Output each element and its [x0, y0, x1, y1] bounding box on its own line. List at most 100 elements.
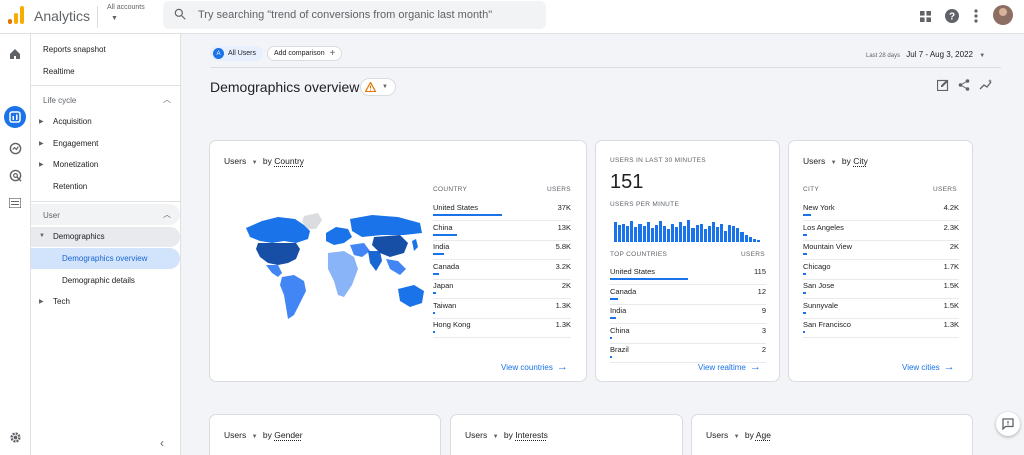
dropdown-icon[interactable]: ▼ — [252, 434, 258, 440]
chevron-up-icon[interactable]: ︿ — [163, 94, 171, 105]
nav-tech[interactable]: Tech — [53, 297, 70, 306]
table-row[interactable]: United States 37K — [433, 203, 571, 222]
analytics-logo-icon[interactable] — [8, 6, 24, 24]
date-range-picker[interactable]: Last 28 days Jul 7 - Aug 3, 2022 ▼ — [866, 50, 985, 59]
table-row[interactable]: Sunnyvale 1.5K — [803, 301, 959, 320]
share-icon[interactable] — [957, 78, 971, 92]
table-row[interactable]: United States 115 — [610, 267, 766, 286]
metric-selector[interactable]: Users — [224, 156, 246, 166]
view-cities-link[interactable]: View cities → — [902, 361, 955, 373]
table-row[interactable]: San Francisco 1.3K — [803, 320, 959, 339]
card-title[interactable]: Users ▼ by Country — [224, 156, 304, 166]
per-minute-bar — [703, 229, 707, 242]
account-dropdown-icon[interactable]: ▼ — [111, 15, 118, 22]
per-minute-bar — [691, 228, 695, 242]
card-title[interactable]: Users ▼ by Gender — [224, 430, 303, 440]
table-row[interactable]: China 3 — [610, 326, 766, 345]
metric-selector[interactable]: Users — [706, 430, 728, 440]
arrow-right-icon: → — [943, 361, 955, 373]
table-row[interactable]: Chicago 1.7K — [803, 262, 959, 281]
edit-report-icon[interactable] — [936, 78, 950, 92]
data-quality-warning-button[interactable]: ▼ — [360, 78, 396, 96]
dimension-selector[interactable]: Country — [274, 156, 304, 166]
nav-demographics-overview[interactable]: Demographics overview — [62, 254, 147, 263]
nav-section-user[interactable]: User — [43, 211, 60, 220]
view-countries-link[interactable]: View countries → — [501, 361, 568, 373]
feedback-button[interactable] — [996, 412, 1020, 436]
row-divider — [610, 362, 766, 363]
col-header-users: USERS — [547, 186, 571, 193]
collapse-nav-icon[interactable]: ‹ — [160, 436, 164, 450]
row-divider — [433, 259, 571, 260]
caret-right-icon[interactable]: ▶ — [39, 161, 44, 168]
dimension-selector[interactable]: Interests — [515, 430, 548, 440]
row-label: Hong Kong — [433, 320, 471, 329]
caret-right-icon[interactable]: ▶ — [39, 298, 44, 305]
map-mexico — [266, 265, 282, 277]
reports-icon[interactable] — [7, 109, 23, 125]
configure-list-icon[interactable] — [7, 195, 23, 211]
insights-icon[interactable] — [979, 78, 993, 92]
card-title[interactable]: Users ▼ by Age — [706, 430, 771, 440]
row-label: Japan — [433, 281, 454, 290]
table-row[interactable]: Canada 3.2K — [433, 262, 571, 281]
caret-down-icon[interactable]: ▼ — [39, 233, 45, 239]
card-title[interactable]: Users ▼ by Interests — [465, 430, 548, 440]
metric-selector[interactable]: Users — [465, 430, 487, 440]
row-value: 1.3K — [555, 300, 571, 310]
dimension-selector[interactable]: City — [853, 156, 868, 166]
account-avatar[interactable] — [993, 5, 1013, 25]
metric-selector[interactable]: Users — [224, 430, 246, 440]
per-minute-bar — [744, 235, 748, 242]
more-vert-icon[interactable] — [968, 8, 984, 24]
account-selector-label[interactable]: All accounts — [107, 4, 145, 11]
row-divider — [803, 298, 959, 299]
home-icon[interactable] — [7, 46, 23, 62]
search-bar[interactable]: Try searching "trend of conversions from… — [163, 1, 546, 29]
nav-acquisition[interactable]: Acquisition — [53, 117, 92, 126]
nav-demographic-details[interactable]: Demographic details — [62, 276, 135, 285]
table-row[interactable]: Taiwan 1.3K — [433, 301, 571, 320]
table-row[interactable]: India 5.8K — [433, 242, 571, 261]
nav-reports-snapshot[interactable]: Reports snapshot — [43, 45, 106, 54]
nav-engagement[interactable]: Engagement — [53, 139, 98, 148]
row-value: 1.5K — [943, 300, 959, 310]
admin-gear-icon[interactable] — [7, 429, 23, 445]
table-row[interactable]: San Jose 1.5K — [803, 281, 959, 300]
dimension-selector[interactable]: Age — [756, 430, 771, 440]
apps-grid-icon[interactable] — [917, 8, 933, 24]
users-per-minute-chart[interactable] — [614, 219, 760, 242]
nav-realtime[interactable]: Realtime — [43, 67, 75, 76]
nav-section-lifecycle[interactable]: Life cycle — [43, 96, 76, 105]
dropdown-icon[interactable]: ▼ — [734, 434, 740, 440]
table-row[interactable]: India 9 — [610, 306, 766, 325]
table-row[interactable]: Japan 2K — [433, 281, 571, 300]
table-row[interactable]: Mountain View 2K — [803, 242, 959, 261]
caret-right-icon[interactable]: ▶ — [39, 140, 44, 147]
nav-retention[interactable]: Retention — [53, 182, 87, 191]
help-icon[interactable]: ? — [944, 8, 960, 24]
table-row[interactable]: Brazil 2 — [610, 345, 766, 364]
dropdown-icon[interactable]: ▼ — [493, 434, 499, 440]
segment-chip[interactable]: A All Users — [210, 46, 264, 61]
table-row[interactable]: New York 4.2K — [803, 203, 959, 222]
dropdown-icon[interactable]: ▼ — [831, 160, 837, 166]
advertising-icon[interactable] — [7, 167, 23, 183]
per-minute-bar — [720, 223, 724, 242]
world-map[interactable] — [240, 211, 430, 326]
card-title[interactable]: Users ▼ by City — [803, 156, 868, 166]
caret-right-icon[interactable]: ▶ — [39, 118, 44, 125]
nav-demographics[interactable]: Demographics — [53, 232, 105, 241]
nav-monetization[interactable]: Monetization — [53, 160, 98, 169]
table-row[interactable]: China 13K — [433, 223, 571, 242]
metric-selector[interactable]: Users — [803, 156, 825, 166]
add-comparison-button[interactable]: Add comparison + — [267, 46, 343, 61]
chevron-up-icon[interactable]: ︿ — [163, 209, 171, 220]
table-row[interactable]: Los Angeles 2.3K — [803, 223, 959, 242]
table-row[interactable]: Hong Kong 1.3K — [433, 320, 571, 339]
table-row[interactable]: Canada 12 — [610, 287, 766, 306]
segment-badge: A — [213, 48, 224, 59]
dimension-selector[interactable]: Gender — [274, 430, 302, 440]
dropdown-icon[interactable]: ▼ — [252, 160, 258, 166]
explore-icon[interactable] — [7, 140, 23, 156]
